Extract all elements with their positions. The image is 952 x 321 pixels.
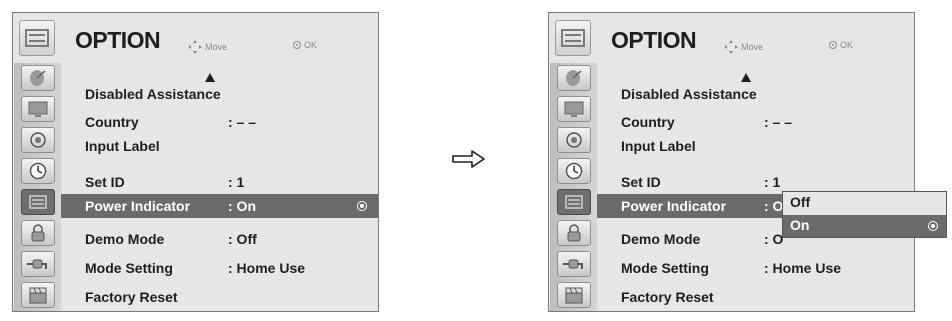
clapper-icon[interactable] xyxy=(557,282,591,308)
input-plug-icon[interactable] xyxy=(557,251,591,277)
dpad-icon xyxy=(188,40,202,54)
menu-item-power-indicator[interactable]: Power Indicator: On xyxy=(61,194,378,218)
menu-header: OPTION Move OK xyxy=(549,13,914,63)
lock-icon[interactable] xyxy=(557,220,591,246)
clapper-icon[interactable] xyxy=(21,282,55,308)
ok-button-icon xyxy=(293,41,301,49)
menu-item-input-label[interactable]: Input Label xyxy=(61,134,378,158)
ok-label: OK xyxy=(840,40,854,50)
menu-list: Disabled Assistance Country: – – Input L… xyxy=(597,63,914,311)
move-label: Move xyxy=(205,42,228,52)
option-icon xyxy=(555,20,591,56)
ok-hint: OK xyxy=(293,40,317,50)
speaker-icon[interactable] xyxy=(557,127,591,153)
move-hint: Move xyxy=(724,40,763,54)
power-indicator-dropdown: Off On xyxy=(782,191,947,238)
clock-icon[interactable] xyxy=(21,158,55,184)
category-sidebar xyxy=(550,63,597,311)
menu-item-disabled-assistance[interactable]: Disabled Assistance xyxy=(597,82,914,106)
dropdown-option-on[interactable]: On xyxy=(783,215,946,237)
ok-button-icon xyxy=(829,41,837,49)
menu-item-mode-setting[interactable]: Mode Setting: Home Use xyxy=(597,256,914,280)
selected-radio-icon xyxy=(357,201,367,211)
monitor-icon[interactable] xyxy=(557,96,591,122)
option-menu-after: OPTION Move OK Disabled Assistance Count… xyxy=(548,12,915,312)
speaker-icon[interactable] xyxy=(21,127,55,153)
ok-label: OK xyxy=(304,40,318,50)
input-plug-icon[interactable] xyxy=(21,251,55,277)
move-hint: Move xyxy=(188,40,227,54)
page-title: OPTION xyxy=(611,27,697,53)
clock-icon[interactable] xyxy=(557,158,591,184)
menu-list: Disabled Assistance Country: – – Input L… xyxy=(61,63,378,311)
transition-arrow-icon xyxy=(452,150,485,168)
menu-item-factory-reset[interactable]: Factory Reset xyxy=(61,285,378,309)
ok-hint: OK xyxy=(829,40,853,50)
menu-item-mode-setting[interactable]: Mode Setting: Home Use xyxy=(61,256,378,280)
menu-header: OPTION Move OK xyxy=(13,13,378,63)
scroll-up-arrow-icon[interactable] xyxy=(205,73,215,82)
option-icon[interactable] xyxy=(557,189,591,215)
lock-icon[interactable] xyxy=(21,220,55,246)
scroll-up-arrow-icon[interactable] xyxy=(741,73,751,82)
menu-item-input-label[interactable]: Input Label xyxy=(597,134,914,158)
monitor-icon[interactable] xyxy=(21,96,55,122)
selected-radio-icon xyxy=(928,221,938,231)
option-icon xyxy=(19,20,55,56)
menu-item-set-id[interactable]: Set ID: 1 xyxy=(61,170,378,194)
menu-item-country[interactable]: Country: – – xyxy=(597,110,914,134)
dropdown-option-off[interactable]: Off xyxy=(783,192,946,215)
menu-item-factory-reset[interactable]: Factory Reset xyxy=(597,285,914,309)
page-title: OPTION xyxy=(75,27,161,53)
dpad-icon xyxy=(724,40,738,54)
move-label: Move xyxy=(741,42,764,52)
category-sidebar xyxy=(14,63,61,311)
menu-item-demo-mode[interactable]: Demo Mode: Off xyxy=(61,227,378,251)
satellite-dish-icon[interactable] xyxy=(21,65,55,91)
menu-item-country[interactable]: Country: – – xyxy=(61,110,378,134)
satellite-dish-icon[interactable] xyxy=(557,65,591,91)
option-menu-before: OPTION Move OK Disabled Assistance Count… xyxy=(12,12,379,312)
option-icon[interactable] xyxy=(21,189,55,215)
menu-item-disabled-assistance[interactable]: Disabled Assistance xyxy=(61,82,378,106)
